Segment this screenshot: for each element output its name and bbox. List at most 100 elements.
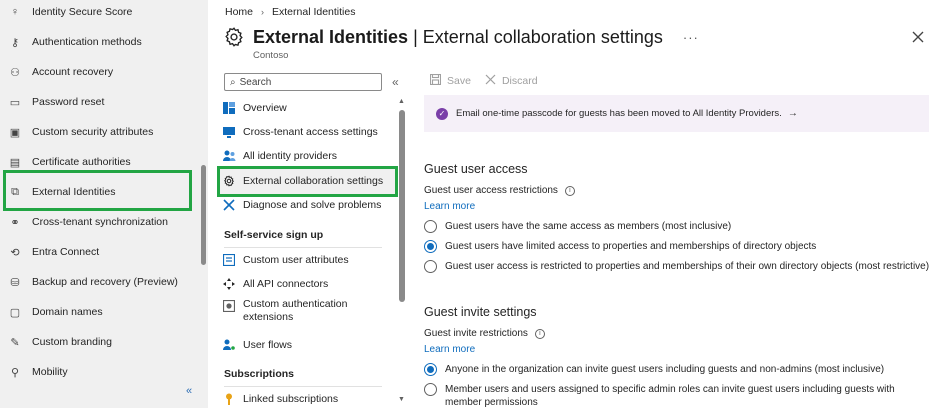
nav-item-cross-tenant-synchronization[interactable]: ⚭ Cross-tenant synchronization — [0, 207, 196, 237]
scroll-down-arrow-icon[interactable]: ▼ — [398, 396, 405, 403]
radio-button[interactable] — [424, 220, 437, 233]
domain-icon: ▢ — [9, 306, 21, 319]
blade-nav-scrollbar[interactable] — [399, 110, 405, 302]
section-heading-guest-invite-settings: Guest invite settings — [424, 305, 537, 319]
radio-guest-limited-access[interactable]: Guest users have limited access to prope… — [424, 240, 816, 253]
blade-item-cross-tenant-access[interactable]: Cross-tenant access settings — [222, 120, 378, 144]
api-connectors-icon — [222, 277, 236, 291]
radio-guest-same-access[interactable]: Guest users have the same access as memb… — [424, 220, 731, 233]
nav-item-domain-names[interactable]: ▢ Domain names — [0, 297, 196, 327]
info-icon[interactable]: i — [564, 185, 575, 196]
blade-item-user-flows[interactable]: User flows — [222, 333, 292, 357]
nav-item-label: Mobility — [32, 366, 68, 378]
nav-item-mobility[interactable]: ⚲ Mobility — [0, 357, 196, 387]
left-navigation: ♀ Identity Secure Score ⚷ Authentication… — [0, 0, 208, 408]
section-self-service-sign-up: Self-service sign up — [224, 229, 324, 241]
section-heading-guest-user-access: Guest user access — [424, 162, 528, 176]
auth-extensions-icon — [222, 299, 236, 313]
save-button[interactable]: Save — [429, 73, 471, 88]
nav-item-backup-and-recovery[interactable]: ⛁ Backup and recovery (Preview) — [0, 267, 196, 297]
radio-invite-anyone[interactable]: Anyone in the organization can invite gu… — [424, 363, 884, 376]
radio-label: Guest users have limited access to prope… — [445, 241, 817, 252]
banner-text: Email one-time passcode for guests has b… — [456, 108, 782, 119]
trophy-icon: ♀ — [10, 6, 20, 18]
nav-item-label: Identity Secure Score — [32, 6, 133, 18]
nav-item-label: Certificate authorities — [32, 156, 131, 168]
radio-label: Guest user access is restricted to prope… — [445, 261, 930, 272]
external-identities-highlight — [3, 170, 192, 211]
blade-item-custom-auth-extensions[interactable]: Custom authentication extensions — [222, 298, 353, 328]
certificate-icon: ▤ — [9, 156, 21, 169]
close-icon[interactable] — [911, 30, 925, 44]
blade-item-identity-providers[interactable]: All identity providers — [222, 144, 337, 168]
key-icon — [222, 392, 236, 406]
learn-more-link[interactable]: Learn more — [424, 344, 475, 355]
nav-item-label: Account recovery — [32, 66, 114, 78]
mobility-icon: ⚲ — [10, 366, 20, 379]
nav-item-custom-branding[interactable]: ✎ Custom branding — [0, 327, 196, 357]
breadcrumb-current[interactable]: External Identities — [272, 6, 355, 18]
blade-item-label: Overview — [243, 101, 287, 114]
gear-icon — [225, 27, 243, 47]
info-banner: ✓ Email one-time passcode for guests has… — [424, 95, 929, 132]
blade-item-label: User flows — [243, 338, 293, 351]
close-icon — [485, 74, 496, 88]
blade-item-label: Diagnose and solve problems — [243, 198, 382, 211]
learn-more-link[interactable]: Learn more — [424, 201, 475, 212]
breadcrumb: Home › External Identities — [225, 6, 355, 18]
arrow-right-icon[interactable]: → — [788, 108, 798, 119]
blade-item-label: All API connectors — [243, 277, 329, 290]
nav-item-label: Custom security attributes — [32, 126, 154, 138]
search-icon: ⌕ — [230, 76, 236, 88]
nav-item-password-reset[interactable]: ▭ Password reset — [0, 87, 196, 117]
left-nav-scrollbar[interactable] — [201, 165, 206, 265]
sync-icon: ⚭ — [10, 216, 20, 229]
field-label: Guest user access restrictions — [424, 185, 558, 196]
nav-item-identity-secure-score[interactable]: ♀ Identity Secure Score — [0, 0, 196, 27]
blade-item-custom-user-attributes[interactable]: Custom user attributes — [222, 248, 349, 272]
page-title-section: | External collaboration settings — [413, 26, 663, 47]
backup-icon: ⛁ — [10, 276, 20, 289]
user-attributes-icon — [222, 253, 236, 267]
discard-button[interactable]: Discard — [485, 74, 538, 88]
nav-item-label: Custom branding — [32, 336, 112, 348]
key-icon: ⚷ — [10, 36, 20, 49]
rocket-icon: ✓ — [436, 107, 448, 120]
more-options-icon[interactable]: ··· — [683, 30, 699, 45]
nav-item-custom-security-attributes[interactable]: ▣ Custom security attributes — [0, 117, 196, 147]
blade-item-linked-subscriptions[interactable]: Linked subscriptions — [222, 387, 338, 408]
blade-search-box[interactable]: ⌕ — [224, 73, 382, 91]
nav-item-entra-connect[interactable]: ⟲ Entra Connect — [0, 237, 196, 267]
nav-item-label: Password reset — [32, 96, 105, 108]
radio-button[interactable] — [424, 383, 437, 396]
radio-invite-members-admins[interactable]: Member users and users assigned to speci… — [424, 383, 915, 408]
connect-icon: ⟲ — [10, 246, 20, 259]
radio-button[interactable] — [424, 260, 437, 273]
radio-guest-restricted-access[interactable]: Guest user access is restricted to prope… — [424, 260, 929, 273]
cross-tenant-icon — [222, 125, 236, 139]
blade-item-label: Custom user attributes — [243, 253, 349, 266]
person-recovery-icon: ⚇ — [10, 66, 20, 79]
nav-item-authentication-methods[interactable]: ⚷ Authentication methods — [0, 27, 196, 57]
breadcrumb-home[interactable]: Home — [225, 6, 253, 18]
nav-item-account-recovery[interactable]: ⚇ Account recovery — [0, 57, 196, 87]
blade-item-api-connectors[interactable]: All API connectors — [222, 272, 328, 296]
guest-access-restrictions-label: Guest user access restrictions i — [424, 185, 575, 196]
nav-item-label: Authentication methods — [32, 36, 142, 48]
radio-button-selected[interactable] — [424, 240, 437, 253]
blade-search-input[interactable] — [239, 76, 370, 88]
info-icon[interactable]: i — [534, 328, 545, 339]
blade-item-overview[interactable]: Overview — [222, 96, 287, 120]
discard-label: Discard — [501, 75, 538, 87]
external-collaboration-highlight — [217, 166, 398, 197]
collapse-blade-icon[interactable]: « — [392, 75, 399, 89]
blade-item-label: All identity providers — [243, 149, 337, 162]
user-flows-icon — [222, 338, 236, 352]
scroll-up-arrow-icon[interactable]: ▲ — [398, 98, 405, 105]
blade-item-label: Linked subscriptions — [243, 392, 339, 405]
command-bar: Save Discard — [429, 73, 552, 88]
collapse-nav-icon[interactable]: « — [186, 385, 192, 397]
nav-item-label: Domain names — [32, 306, 103, 318]
radio-button-selected[interactable] — [424, 363, 437, 376]
nav-item-label: Entra Connect — [32, 246, 100, 258]
